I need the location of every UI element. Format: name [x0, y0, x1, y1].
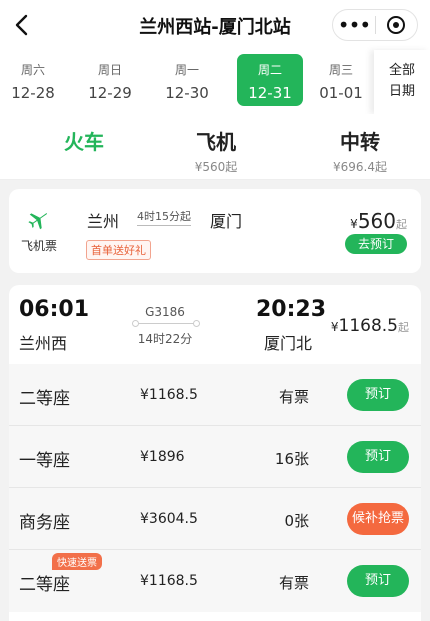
close-mini-program-button[interactable] — [376, 16, 417, 34]
tab-flight-label: 飞机 — [196, 130, 236, 154]
tab-flight[interactable]: 飞机 ¥560起 — [180, 126, 252, 175]
book-seat-button[interactable]: 预订 — [347, 565, 409, 597]
seat-availability: 有票 — [278, 574, 309, 592]
fast-delivery-badge: 快速送票 — [52, 553, 102, 570]
seat-options-list: 二等座 ¥1168.5 有票 预订 一等座 ¥1896 16张 预订 商务座 ¥… — [9, 364, 421, 612]
seat-price: ¥1896 — [140, 449, 185, 465]
seat-row: 一等座 ¥1896 16张 预订 — [9, 426, 421, 488]
tabs-divider — [0, 179, 430, 180]
all-dates-button[interactable]: 全部 日期 — [374, 50, 430, 114]
date-day: 12-31 — [248, 84, 292, 102]
arrival-station: 厦门北 — [264, 334, 313, 353]
date-option-selected[interactable]: 周二 12-31 — [237, 54, 303, 106]
train-price-value: 1168.5 — [338, 316, 398, 336]
promo-badge: 首单送好礼 — [86, 240, 151, 260]
date-option[interactable]: 周一 12-30 — [154, 54, 220, 106]
all-dates-label-line2: 日期 — [388, 84, 415, 99]
departure-time: 06:01 — [19, 297, 90, 322]
seat-availability: 有票 — [278, 388, 309, 406]
mini-program-capsule: ••• — [332, 9, 418, 41]
seat-availability: 0张 — [284, 512, 309, 530]
seat-row: 快速送票 二等座 ¥1168.5 有票 预订 — [9, 550, 421, 612]
seat-availability: 16张 — [274, 450, 309, 468]
flight-origin: 兰州 — [87, 212, 120, 231]
tab-train[interactable]: 火车 — [48, 126, 120, 158]
price-from-suffix: 起 — [396, 218, 407, 231]
book-flight-button[interactable]: 去预订 — [345, 234, 407, 254]
seat-type: 二等座 — [19, 575, 70, 595]
date-option[interactable]: 周日 12-29 — [77, 54, 143, 106]
flight-destination: 厦门 — [210, 212, 243, 231]
departure-station: 兰州西 — [19, 334, 68, 353]
travel-duration: 14时22分 — [137, 332, 193, 346]
more-icon[interactable]: ••• — [333, 10, 375, 40]
tab-train-label: 火车 — [64, 130, 104, 154]
flight-price: ¥560起 — [350, 209, 407, 233]
seat-type: 二等座 — [19, 389, 70, 409]
date-day: 12-30 — [165, 84, 209, 102]
seat-type: 一等座 — [19, 451, 70, 471]
date-weekday: 周六 — [20, 63, 45, 77]
transport-mode-tabs: 火车 飞机 ¥560起 中转 ¥696.4起 — [0, 114, 430, 180]
waitlist-button[interactable]: 候补抢票 — [347, 503, 409, 535]
nav-header: 兰州西站-厦门北站 ••• — [0, 0, 430, 50]
seat-price: ¥1168.5 — [140, 573, 198, 589]
date-weekday: 周二 — [257, 63, 282, 77]
flight-duration: 4时15分起 — [137, 210, 191, 223]
flight-ticket-label: 飞机票 — [21, 239, 58, 253]
seat-type: 商务座 — [19, 513, 70, 533]
date-weekday: 周一 — [174, 63, 199, 77]
book-seat-button[interactable]: 预订 — [347, 441, 409, 473]
tab-transfer-price: ¥696.4起 — [333, 160, 387, 174]
airplane-icon — [28, 213, 48, 230]
route-line — [132, 320, 200, 327]
date-option[interactable]: 周六 12-28 — [0, 54, 66, 106]
seat-price: ¥3604.5 — [140, 511, 198, 527]
seat-row: 商务座 ¥3604.5 0张 候补抢票 — [9, 488, 421, 550]
date-weekday: 周日 — [97, 63, 122, 77]
currency-symbol: ¥ — [350, 217, 358, 231]
train-result-card: 06:01 兰州西 G3186 14时22分 20:23 厦门北 ¥1168.5… — [9, 285, 421, 621]
seat-price: ¥1168.5 — [140, 387, 198, 403]
book-seat-button[interactable]: 预订 — [347, 379, 409, 411]
flight-price-value: 560 — [357, 209, 396, 233]
tab-transfer[interactable]: 中转 ¥696.4起 — [318, 126, 402, 175]
tab-flight-price: ¥560起 — [194, 160, 238, 174]
train-number[interactable]: G3186 — [133, 305, 197, 319]
flight-duration-line — [137, 225, 191, 226]
currency-symbol: ¥ — [330, 320, 339, 334]
train-lowest-price: ¥1168.5起 — [331, 316, 409, 336]
tab-transfer-label: 中转 — [340, 130, 380, 154]
date-weekday: 周三 — [328, 63, 353, 77]
price-from-suffix: 起 — [398, 321, 409, 334]
target-icon — [387, 16, 406, 34]
date-day: 12-28 — [11, 84, 55, 102]
date-selector: 周六 12-28 周日 12-29 周一 12-30 周二 12-31 周三 0… — [0, 50, 430, 114]
seat-row: 二等座 ¥1168.5 有票 预订 — [9, 364, 421, 426]
date-day: 12-29 — [88, 84, 132, 102]
date-day: 01-01 — [319, 84, 363, 102]
all-dates-label-line1: 全部 — [388, 63, 415, 78]
arrival-time: 20:23 — [256, 297, 327, 322]
date-option[interactable]: 周三 01-01 — [308, 54, 374, 106]
flight-promo-card[interactable]: 飞机票 兰州 4时15分起 厦门 首单送好礼 ¥560起 去预订 — [9, 189, 421, 273]
